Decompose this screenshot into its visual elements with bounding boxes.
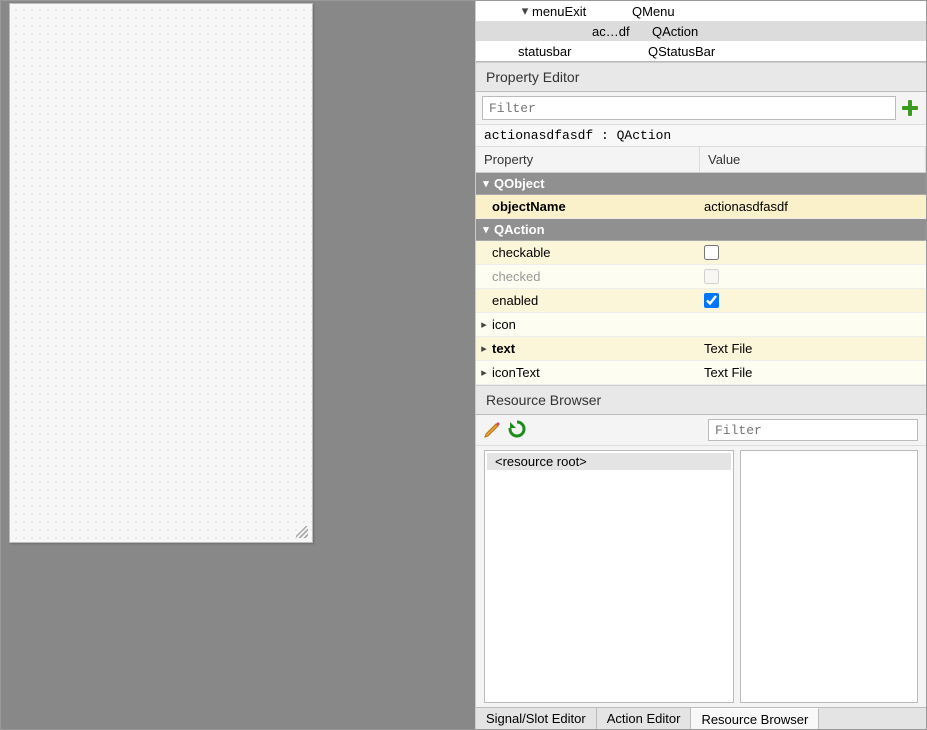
property-table[interactable]: ▾ QObject objectName actionasdfasdf ▾ QA… [476,173,926,385]
icontext-value[interactable]: Text File [700,365,926,380]
bottom-tab-bar: Signal/Slot Editor Action Editor Resourc… [476,707,926,729]
resource-content: <resource root> [476,446,926,707]
object-class-label: actionasdfasdf : QAction [476,124,926,147]
resize-grip-icon[interactable] [296,526,308,538]
property-filter-row [476,92,926,124]
property-filter-input[interactable] [482,96,896,120]
resource-toolbar [476,415,926,446]
refresh-icon[interactable] [508,420,526,441]
object-tree-row-statusbar[interactable]: statusbar QStatusBar [476,41,926,61]
chevron-down-icon: ▾ [478,177,494,190]
form-canvas[interactable] [9,3,313,543]
property-row-objectname[interactable]: objectName actionasdfasdf [476,195,926,219]
tab-action-editor[interactable]: Action Editor [597,708,692,729]
property-row-icontext[interactable]: ▸ iconText Text File [476,361,926,385]
chevron-right-icon[interactable]: ▸ [476,342,492,355]
resource-root-node[interactable]: <resource root> [487,453,731,470]
object-tree-row-action[interactable]: ac…df QAction [476,21,926,41]
chevron-down-icon: ▾ [478,223,494,236]
inspector-panel: ▾ menuExit QMenu ac…df QAction statusbar… [475,1,926,729]
property-row-checkable[interactable]: checkable [476,241,926,265]
plus-icon[interactable] [900,98,920,118]
object-tree-row-menuexit[interactable]: ▾ menuExit QMenu [476,1,926,21]
object-tree[interactable]: ▾ menuExit QMenu ac…df QAction statusbar… [476,1,926,62]
property-row-icon[interactable]: ▸ icon [476,313,926,337]
checkable-checkbox[interactable] [704,245,719,260]
tab-resource-browser[interactable]: Resource Browser [691,708,819,729]
resource-tree[interactable]: <resource root> [484,450,734,703]
chevron-down-icon: ▾ [518,3,532,19]
design-area [1,1,475,729]
property-table-header: Property Value [476,147,926,173]
resource-preview [740,450,918,703]
text-value[interactable]: Text File [700,341,926,356]
property-group-qaction[interactable]: ▾ QAction [476,219,926,241]
objectname-value[interactable]: actionasdfasdf [700,199,926,214]
resource-browser-header: Resource Browser [476,385,926,415]
value-col-header[interactable]: Value [700,147,926,172]
property-row-enabled[interactable]: enabled [476,289,926,313]
chevron-right-icon[interactable]: ▸ [476,366,492,379]
chevron-right-icon[interactable]: ▸ [476,318,492,331]
resource-filter-input[interactable] [708,419,918,441]
property-group-qobject[interactable]: ▾ QObject [476,173,926,195]
enabled-checkbox[interactable] [704,293,719,308]
property-editor-header: Property Editor [476,62,926,92]
property-col-header[interactable]: Property [476,147,700,172]
tab-signal-slot[interactable]: Signal/Slot Editor [476,708,597,729]
pencil-icon[interactable] [484,420,502,441]
property-row-checked[interactable]: checked [476,265,926,289]
checked-checkbox [704,269,719,284]
property-row-text[interactable]: ▸ text Text File [476,337,926,361]
